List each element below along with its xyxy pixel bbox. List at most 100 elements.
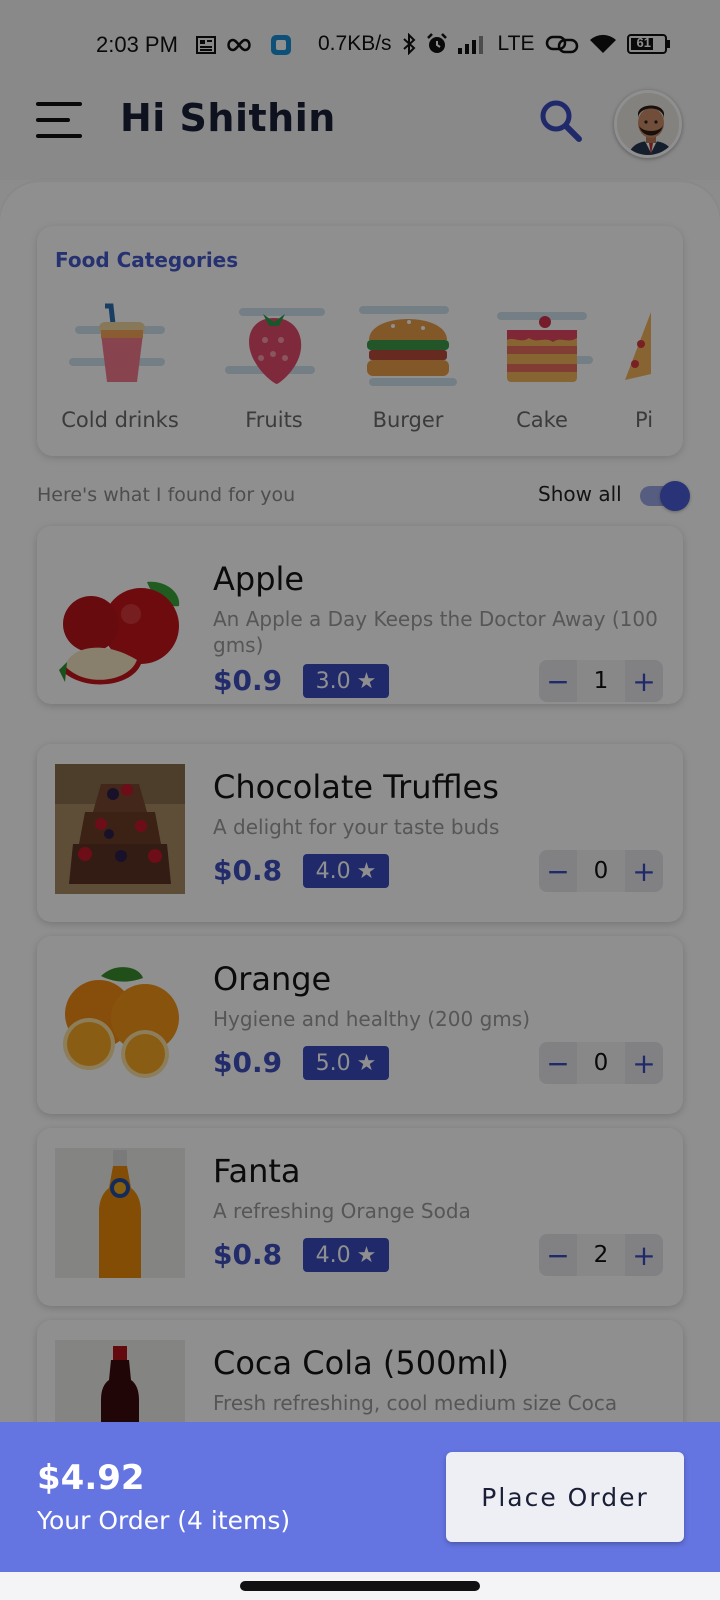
category-fruits[interactable]: Fruits <box>209 296 339 446</box>
battery-level: 61 <box>636 35 651 50</box>
product-description: A delight for your taste buds <box>213 815 500 839</box>
category-cake[interactable]: Cake <box>477 296 607 446</box>
rating-badge: 5.0 ★ <box>303 1046 389 1080</box>
product-description: An Apple a Day Keeps the Doctor Away (10… <box>213 607 658 657</box>
place-order-button[interactable]: Place Order <box>446 1452 684 1542</box>
menu-icon[interactable] <box>36 100 84 140</box>
product-price: $0.8 <box>213 1238 283 1271</box>
decrement-button[interactable]: − <box>539 1042 577 1084</box>
chocolate-truffles-image <box>55 764 185 894</box>
decrement-button[interactable]: − <box>539 850 577 892</box>
increment-button[interactable]: + <box>625 660 663 702</box>
quantity-stepper: − 1 + <box>539 660 663 702</box>
product-price: $0.9 <box>213 1046 283 1079</box>
product-name: Chocolate Truffles <box>213 768 499 806</box>
signal-icon <box>457 36 483 54</box>
rating-badge: 3.0 ★ <box>303 664 389 698</box>
category-label: Cake <box>516 408 568 432</box>
bluetooth-icon <box>402 33 415 55</box>
fanta-image <box>55 1148 185 1278</box>
product-price: $0.8 <box>213 854 283 887</box>
status-network-type: LTE <box>497 32 535 55</box>
main-sheet: Food Categories Cold drinks Fruits Burge… <box>0 182 720 1422</box>
infinity-icon <box>227 38 251 52</box>
avatar[interactable] <box>614 90 682 158</box>
quantity-stepper: − 0 + <box>539 850 663 892</box>
search-icon[interactable] <box>536 96 584 144</box>
orange-image <box>55 958 185 1088</box>
star-icon: ★ <box>356 1242 377 1268</box>
quantity-stepper: − 2 + <box>539 1234 663 1276</box>
news-icon <box>196 36 216 54</box>
status-net-speed: 0.7KB/s <box>318 32 392 55</box>
link-icon <box>545 35 578 54</box>
product-description: Hygiene and healthy (200 gms) <box>213 1007 530 1031</box>
quantity-value: 0 <box>577 1042 625 1084</box>
rating-value: 5.0 <box>315 1050 351 1076</box>
rating-value: 3.0 <box>315 668 351 694</box>
category-burger[interactable]: Burger <box>343 296 473 446</box>
quantity-value: 2 <box>577 1234 625 1276</box>
show-all-toggle[interactable] <box>640 481 690 511</box>
apple-image <box>55 566 185 696</box>
show-all-label: Show all <box>538 482 622 506</box>
decrement-button[interactable]: − <box>539 660 577 702</box>
berry-icon <box>225 308 325 384</box>
product-card-apple[interactable]: Apple An Apple a Day Keeps the Doctor Aw… <box>37 526 683 704</box>
rating-value: 4.0 <box>315 1242 351 1268</box>
product-description: A refreshing Orange Soda <box>213 1199 471 1223</box>
star-icon: ★ <box>356 668 377 694</box>
category-label: Cold drinks <box>61 408 179 432</box>
product-card-fanta[interactable]: Fanta A refreshing Orange Soda $0.8 4.0 … <box>37 1128 683 1306</box>
product-card-coca-cola[interactable]: Coca Cola (500ml) Fresh refreshing, cool… <box>37 1320 683 1422</box>
increment-button[interactable]: + <box>625 1234 663 1276</box>
category-label: Pi <box>635 408 654 432</box>
drink-icon <box>69 303 165 382</box>
star-icon: ★ <box>356 858 377 884</box>
product-name: Orange <box>213 960 332 998</box>
app-notification-icon <box>271 35 291 55</box>
order-summary: Your Order (4 items) <box>37 1506 291 1535</box>
greeting-title: Hi Shithin <box>120 96 336 140</box>
product-description: Fresh refreshing, cool medium size Coca <box>213 1391 618 1415</box>
category-label: Fruits <box>245 408 303 432</box>
status-time: 2:03 PM <box>96 32 178 57</box>
rating-badge: 4.0 ★ <box>303 1238 389 1272</box>
system-nav-bar <box>0 1572 720 1600</box>
category-label: Burger <box>372 408 444 432</box>
cake-icon <box>497 312 593 382</box>
rating-value: 4.0 <box>315 858 351 884</box>
status-notification-icons <box>196 34 292 56</box>
product-name: Coca Cola (500ml) <box>213 1344 509 1382</box>
results-heading: Here's what I found for you <box>37 484 296 506</box>
home-indicator[interactable] <box>240 1581 480 1591</box>
app-header: Hi Shithin <box>0 80 720 180</box>
status-right: 0.7KB/s LTE 61 <box>318 32 671 56</box>
food-categories-title: Food Categories <box>55 248 239 272</box>
battery-icon: 61 <box>626 34 671 54</box>
order-total: $4.92 <box>37 1458 145 1498</box>
wifi-icon <box>589 34 616 53</box>
burger-icon <box>359 306 457 386</box>
product-name: Fanta <box>213 1152 301 1190</box>
rating-badge: 4.0 ★ <box>303 854 389 888</box>
decrement-button[interactable]: − <box>539 1234 577 1276</box>
food-categories-card: Food Categories Cold drinks Fruits Burge… <box>37 226 683 456</box>
product-name: Apple <box>213 560 305 598</box>
product-price: $0.9 <box>213 664 283 697</box>
increment-button[interactable]: + <box>625 850 663 892</box>
pizza-icon <box>625 312 651 380</box>
quantity-value: 1 <box>577 660 625 702</box>
increment-button[interactable]: + <box>625 1042 663 1084</box>
coca-cola-image <box>55 1340 185 1422</box>
product-card-orange[interactable]: Orange Hygiene and healthy (200 gms) $0.… <box>37 936 683 1114</box>
star-icon: ★ <box>356 1050 377 1076</box>
quantity-value: 0 <box>577 850 625 892</box>
product-card-chocolate-truffles[interactable]: Chocolate Truffles A delight for your ta… <box>37 744 683 922</box>
order-bar: $4.92 Your Order (4 items) Place Order <box>0 1422 720 1572</box>
status-bar: 2:03 PM 0.7KB/s LTE 61 <box>0 0 720 80</box>
category-cold-drinks[interactable]: Cold drinks <box>55 296 185 446</box>
alarm-icon <box>426 33 447 53</box>
quantity-stepper: − 0 + <box>539 1042 663 1084</box>
category-pizza[interactable]: Pi <box>611 296 683 446</box>
